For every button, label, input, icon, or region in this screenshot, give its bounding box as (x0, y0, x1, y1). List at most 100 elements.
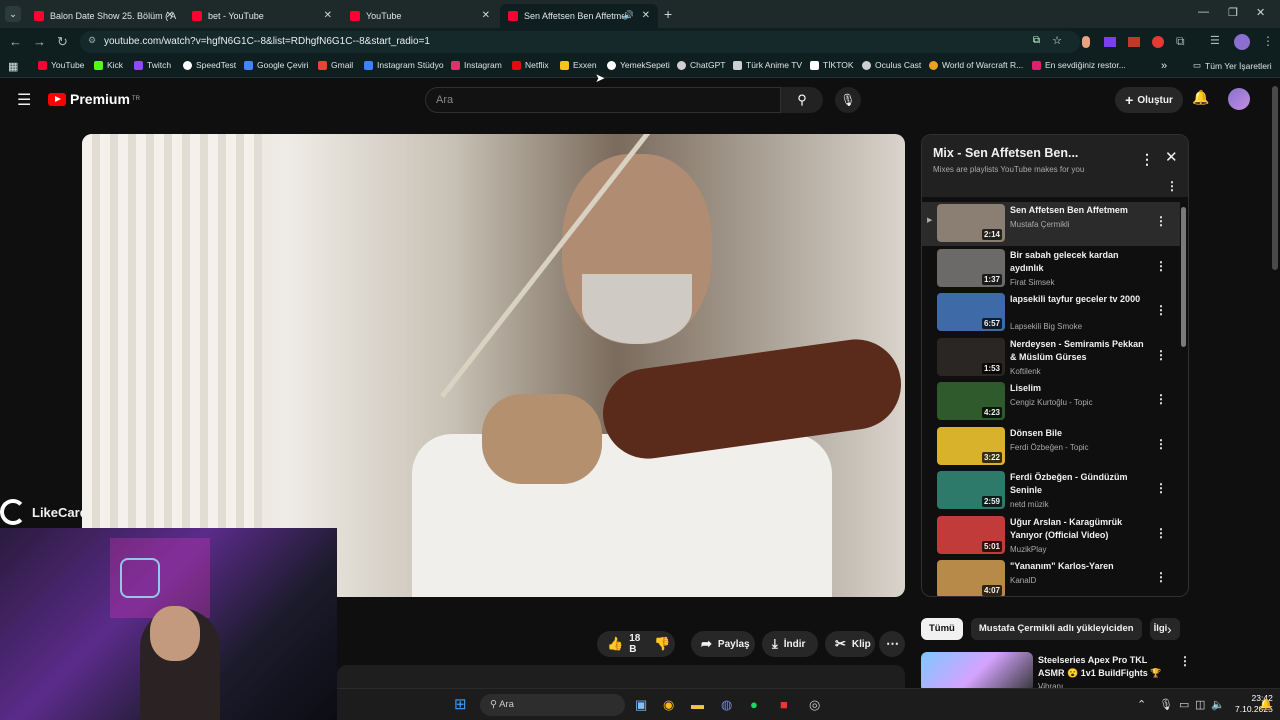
playlist-item[interactable]: 4:23 Liselim Cengiz Kurtoğlu - Topic ⋮ (922, 380, 1180, 424)
browser-menu-icon[interactable]: ⋮ (1262, 34, 1274, 48)
playlist-item[interactable]: 6:57 lapsekili tayfur geceler tv 2000 Laps… (922, 291, 1180, 335)
profile-avatar[interactable] (1234, 34, 1250, 50)
audio-playing-icon[interactable]: 🔊 (623, 10, 634, 21)
tab-sen-affetsen[interactable]: Sen Affetsen Ben Affetmem 🔊 ✕ (500, 4, 658, 28)
playlist-item[interactable]: 5:01 Uğur Arslan - Karagümrük Yanıyor (Of… (922, 514, 1180, 558)
bookmark-world-of-warcraft[interactable]: World of Warcraft R... (929, 60, 1023, 70)
maximize-icon[interactable]: ❐ (1228, 6, 1238, 19)
forward-icon[interactable]: → (33, 34, 46, 49)
close-window-icon[interactable]: ✕ (1256, 6, 1265, 19)
chip-all[interactable]: Tümü (921, 618, 963, 640)
bookmark-tiktok[interactable]: TİKTOK (810, 60, 854, 70)
install-app-icon[interactable]: ⧉ (1033, 35, 1040, 46)
close-tab-icon[interactable]: ✕ (642, 10, 650, 21)
bookmark-twitch[interactable]: Twitch (134, 60, 171, 70)
close-tab-icon[interactable]: ✕ (482, 10, 490, 21)
bookmark-kick[interactable]: Kick (94, 60, 123, 70)
bookmark-chatgpt[interactable]: ChatGPT (677, 60, 725, 70)
account-avatar[interactable] (1228, 88, 1250, 110)
site-info-icon[interactable]: ⚙ (88, 35, 96, 46)
windows-start-icon[interactable]: ⊞ (454, 695, 467, 713)
extensions-puzzle-icon[interactable]: ⧉ (1176, 34, 1185, 49)
app-icon[interactable]: ■ (780, 697, 788, 712)
notifications-bell-icon[interactable]: 🔔 (1192, 89, 1209, 106)
bookmark-netflix[interactable]: Netflix (512, 60, 549, 70)
extension-icon[interactable] (1082, 36, 1090, 48)
steam-icon[interactable]: ◎ (809, 697, 820, 713)
tab-balon-date[interactable]: Balon Date Show 25. Bölüm ( A ✕ (26, 4, 182, 28)
notifications-icon[interactable]: 🔔 (1259, 698, 1273, 711)
tab-search-button[interactable]: ⌄ (5, 6, 21, 22)
close-tab-icon[interactable]: ✕ (324, 10, 332, 21)
thumbs-up-icon[interactable]: 👍 (607, 636, 623, 652)
playlist-item[interactable]: ▶ 2:14 Sen Affetsen Ben Affetmem Mustafa Çe… (922, 202, 1180, 246)
bookmark-instagram[interactable]: Instagram (451, 60, 502, 70)
bookmarks-more-button[interactable]: » (1161, 60, 1167, 72)
playlist-item-more-icon[interactable]: ⋮ (1155, 526, 1167, 540)
playlist-item[interactable]: 4:07 "Yananım" Karlos-Yaren KanalD ⋮ (922, 558, 1180, 596)
playlist-close-icon[interactable]: ✕ (1165, 148, 1178, 166)
volume-icon[interactable]: 🔈 (1211, 698, 1225, 711)
playlist-item[interactable]: 1:53 Nerdeysen - Semiramis Pekkan & Müslü… (922, 336, 1180, 380)
address-bar[interactable]: ⚙ youtube.com/watch?v=hgfN6G1C--8&list=R… (80, 31, 1080, 53)
chrome-icon[interactable]: ◉ (663, 697, 674, 713)
new-tab-icon[interactable]: + (664, 6, 672, 22)
clip-button[interactable]: ✂ Klip (825, 631, 875, 657)
reading-list-icon[interactable]: ☰ (1210, 34, 1220, 47)
playlist-item[interactable]: 1:37 Bir sabah gelecek kardan aydınlık Fir… (922, 247, 1180, 291)
close-tab-icon[interactable]: ✕ (166, 10, 174, 21)
taskbar-search[interactable]: ⚲ Ara (480, 694, 625, 716)
bookmark-en-sevdiginiz[interactable]: En sevdiğiniz restor... (1032, 60, 1126, 70)
apps-grid-icon[interactable]: ▦ (8, 60, 18, 73)
minimize-icon[interactable]: — (1198, 6, 1209, 18)
microphone-tray-icon[interactable]: 🎙 (1159, 698, 1173, 711)
youtube-premium-logo[interactable]: Premium TR (48, 91, 140, 107)
spotify-icon[interactable]: ● (750, 697, 758, 712)
bookmark-exxen[interactable]: Exxen (560, 60, 597, 70)
extension-icon[interactable] (1104, 37, 1116, 47)
playlist-item-more-icon[interactable]: ⋮ (1155, 259, 1167, 273)
bookmark-speedtest[interactable]: SpeedTest (183, 60, 236, 70)
playlist-item-more-icon[interactable]: ⋮ (1155, 437, 1167, 451)
bookmark-star-icon[interactable]: ☆ (1052, 34, 1062, 47)
playlist-item-more-icon[interactable]: ⋮ (1155, 348, 1167, 362)
more-actions-button[interactable]: ⋯ (879, 631, 905, 657)
network-icon[interactable]: ◫ (1195, 698, 1205, 711)
create-button[interactable]: + Oluştur (1115, 87, 1183, 113)
tab-bet-youtube[interactable]: bet - YouTube ✕ (184, 4, 340, 28)
voice-search-button[interactable]: 🎙 (835, 87, 861, 113)
page-scrollbar[interactable] (1272, 86, 1278, 270)
playlist-item[interactable]: 3:22 Dönsen Bile Ferdi Özbeğen - Topic ⋮ (922, 425, 1180, 469)
playlist-item-more-icon[interactable]: ⋮ (1155, 570, 1167, 584)
bookmark-turk-anime-tv[interactable]: Türk Anime TV (733, 60, 802, 70)
all-bookmarks-folder[interactable]: ▭ Tüm Yer İşaretleri (1193, 60, 1272, 71)
search-button[interactable]: ⚲ (781, 87, 823, 113)
extension-icon[interactable] (1152, 36, 1164, 48)
playlist-item-more-icon[interactable]: ⋮ (1155, 392, 1167, 406)
reload-icon[interactable]: ↻ (57, 34, 68, 50)
bookmark-oculus-cast[interactable]: Oculus Cast (862, 60, 921, 70)
playlist-scrollbar[interactable] (1181, 207, 1186, 347)
extension-icon[interactable] (1128, 37, 1140, 47)
back-icon[interactable]: ← (9, 34, 22, 49)
recommended-more-icon[interactable]: ⋮ (1179, 654, 1191, 668)
download-button[interactable]: ⤓ İndir (762, 631, 818, 657)
hamburger-menu-icon[interactable]: ☰ (17, 90, 31, 110)
recommended-video[interactable]: Steelseries Apex Pro TKL ASMR 😮 1v1 Buil… (921, 652, 1191, 692)
bookmark-google-ceviri[interactable]: Google Çeviri (244, 60, 309, 70)
playlist-item[interactable]: 2:59 Ferdi Özbeğen - Gündüzüm Seninle netd… (922, 469, 1180, 513)
playlist-item-more-icon[interactable]: ⋮ (1155, 303, 1167, 317)
like-count[interactable]: 18 B (629, 633, 640, 655)
chip-related[interactable]: İlgi (1149, 618, 1180, 640)
discord-icon[interactable]: ◍ (721, 697, 732, 713)
file-explorer-icon[interactable]: ▬ (691, 697, 704, 712)
chips-next-icon[interactable]: › (1167, 621, 1172, 637)
bookmark-yemeksepeti[interactable]: YemekSepeti (607, 60, 670, 70)
playlist-item-more-icon[interactable]: ⋮ (1155, 481, 1167, 495)
tray-overflow-icon[interactable]: ⌃ (1137, 698, 1146, 711)
search-input[interactable]: Ara (425, 87, 781, 113)
hdmi-icon[interactable]: ▭ (1179, 698, 1189, 711)
share-button[interactable]: ➦ Paylaş (691, 631, 755, 657)
thumbs-down-icon[interactable]: 👎 (654, 636, 670, 652)
bookmark-gmail[interactable]: Gmail (318, 60, 353, 70)
